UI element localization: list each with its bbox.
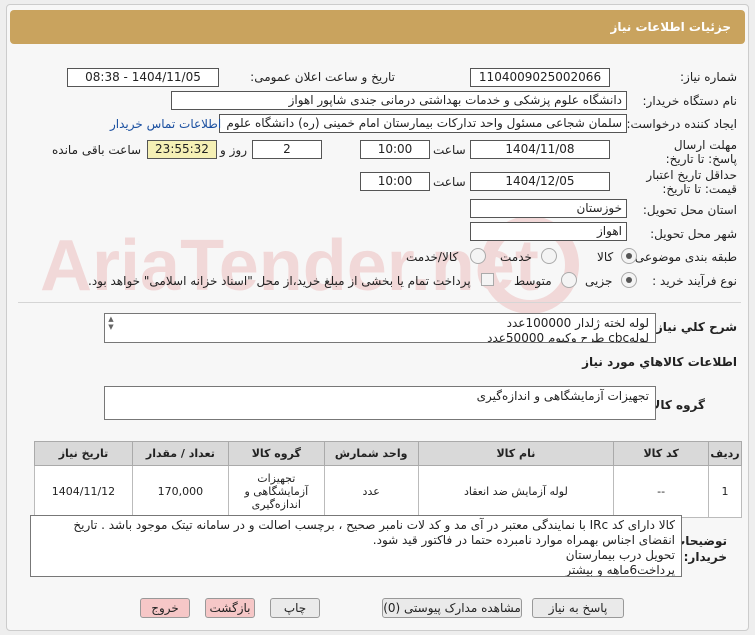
col-row: ردیف	[708, 441, 742, 466]
buyer-contact-link[interactable]: اطلاعات تماس خریدار	[110, 117, 221, 131]
category-option-both: کالا/خدمت	[406, 250, 459, 264]
cell-name: لوله آزمایش ضد انعقاد	[417, 465, 615, 518]
col-code: کد کالا	[613, 441, 710, 466]
buyer-org-label: نام دستگاه خریدار:	[642, 94, 738, 108]
validity-time-field: 10:00	[360, 172, 430, 191]
col-qty: تعداد / مقدار	[131, 441, 229, 466]
reply-button[interactable]: پاسخ به نیاز	[532, 598, 624, 618]
col-name: نام کالا	[417, 441, 615, 466]
print-button[interactable]: چاپ	[270, 598, 320, 618]
items-table: ردیف کد کالا نام کالا واحد شمارش گروه کا…	[34, 441, 742, 518]
page-title: جزئیات اطلاعات نیاز	[10, 10, 745, 44]
summary-scroll-icon[interactable]: ▲ ▼	[105, 315, 117, 331]
back-button[interactable]: بازگشت	[205, 598, 255, 618]
reply-time-label: ساعت	[433, 143, 466, 157]
summary-line-1: لوله لخته ژلدار 100000عدد	[506, 316, 649, 330]
treasury-note: پرداخت تمام یا بخشی از مبلغ خرید،از محل …	[88, 274, 471, 288]
validity-time-label: ساعت	[433, 175, 466, 189]
category-option-goods: کالا	[597, 250, 614, 264]
buyer-notes-line-2: انقضای اجناس بهمراه موارد نامبرده حتما د…	[372, 533, 675, 547]
process-radio-medium[interactable]	[561, 272, 577, 288]
summary-textarea: لوله لخته ژلدار 100000عدد لولهcbc طرح وک…	[104, 313, 656, 343]
col-unit: واحد شمارش	[323, 441, 419, 466]
need-number-label: شماره نیاز:	[680, 70, 737, 84]
category-option-service: خدمت	[500, 250, 532, 264]
summary-label: شرح کلي نياز:	[651, 320, 737, 334]
creator-field: سلمان شجاعی مسئول واحد تدارکات بیمارستان…	[219, 114, 627, 133]
col-date: تاریخ نیاز	[34, 441, 133, 466]
goods-info-title: اطلاعات کالاهاي مورد نياز	[582, 355, 737, 369]
buyer-notes-line-4: پرداخت6ماهه و بیشتر	[565, 563, 675, 577]
validity-label: حداقل تاریخ اعتبار قیمت: تا تاریخ:	[646, 168, 737, 196]
remaining-time-field: 23:55:32	[147, 140, 217, 159]
cell-unit: عدد	[323, 465, 419, 518]
cell-date: 1404/11/12	[34, 465, 133, 518]
reply-date-field: 1404/11/08	[470, 140, 610, 159]
treasury-checkbox[interactable]	[481, 273, 494, 286]
announce-date-field: 1404/11/05 - 08:38	[67, 68, 219, 87]
process-option-medium: متوسط	[514, 274, 552, 288]
col-group: گروه کالا	[227, 441, 325, 466]
attachments-button[interactable]: مشاهده مدارک پیوستی (0)	[382, 598, 522, 618]
summary-line-2: لولهcbc طرح وکیوم 50000عدد	[487, 331, 649, 343]
province-label: استان محل تحویل:	[642, 203, 737, 217]
goods-group-field: تجهیزات آزمایشگاهی و اندازه‌گیری	[104, 386, 656, 420]
reply-deadline-label: مهلت ارسال پاسخ: تا تاریخ:	[665, 138, 737, 166]
remaining-time-label: ساعت باقی مانده	[52, 143, 142, 157]
cell-qty: 170,000	[131, 465, 229, 518]
cell-group: تجهیزات آزمایشگاهی و اندازه‌گیری	[227, 465, 325, 518]
cell-row: 1	[708, 465, 742, 518]
days-label: روز و	[220, 143, 247, 157]
creator-label: ایجاد کننده درخواست:	[626, 117, 737, 131]
reply-time-field: 10:00	[360, 140, 430, 159]
announce-date-label: تاریخ و ساعت اعلان عمومی:	[250, 70, 395, 84]
category-label: طبقه بندی موضوعی:	[630, 250, 737, 264]
city-field: اهواز	[470, 222, 627, 241]
city-label: شهر محل تحویل:	[650, 227, 737, 241]
category-radio-service[interactable]	[541, 248, 557, 264]
need-number-field: 1104009025002066	[470, 68, 610, 87]
process-radio-partial[interactable]	[621, 272, 637, 288]
process-label: نوع فرآیند خرید :	[652, 274, 737, 288]
process-option-partial: جزیی	[585, 274, 613, 288]
buyer-notes-textarea: کالا دارای کد IRc با نمایندگی معتبر در آ…	[30, 515, 682, 577]
buyer-org-field: دانشگاه علوم پزشکی و خدمات بهداشتی درمان…	[171, 91, 627, 110]
buyer-notes-line-3: تحویل درب بیمارستان	[565, 548, 675, 562]
category-radio-both[interactable]	[470, 248, 486, 264]
buyer-notes-line-1: کالا دارای کد IRc با نمایندگی معتبر در آ…	[73, 518, 675, 532]
table-row[interactable]: 1 -- لوله آزمایش ضد انعقاد عدد تجهیزات آ…	[34, 465, 742, 518]
items-table-header: ردیف کد کالا نام کالا واحد شمارش گروه کا…	[34, 441, 742, 466]
days-field: 2	[252, 140, 322, 159]
goods-group-value: تجهیزات آزمایشگاهی و اندازه‌گیری	[476, 389, 649, 403]
cell-code: --	[613, 465, 710, 518]
validity-date-field: 1404/12/05	[470, 172, 610, 191]
divider	[18, 302, 741, 303]
province-field: خوزستان	[470, 199, 627, 218]
exit-button[interactable]: خروج	[140, 598, 190, 618]
category-radio-goods[interactable]	[621, 248, 637, 264]
